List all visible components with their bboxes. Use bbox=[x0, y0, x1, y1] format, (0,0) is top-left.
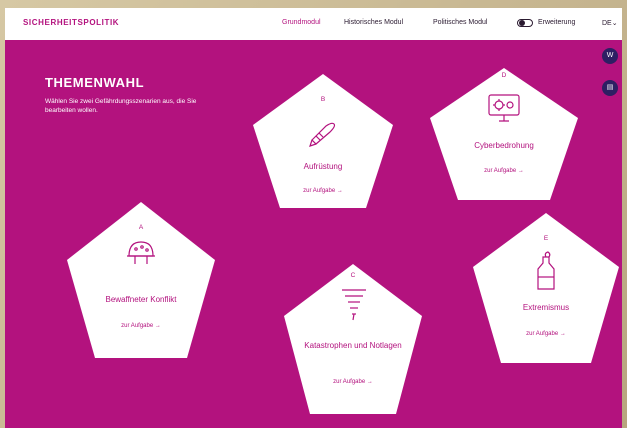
card-a-bewaffneter-konflikt[interactable]: A Bewaffneter Konflikt zur Aufgabe → bbox=[67, 202, 215, 358]
arrow-right-icon: → bbox=[154, 323, 161, 329]
card-b-letter: B bbox=[320, 96, 326, 103]
app-screen: SICHERHEITSPOLITIK Grundmodul Historisch… bbox=[5, 8, 622, 428]
card-d-cyberbedrohung[interactable]: D Cyberbedrohung zur Aufgabe → bbox=[430, 68, 578, 200]
card-c-link-label: zur Aufgabe bbox=[333, 379, 366, 385]
card-b-link[interactable]: zur Aufgabe → bbox=[253, 188, 393, 194]
nav-historisches-modul[interactable]: Historisches Modul bbox=[344, 19, 403, 26]
top-navigation-bar: SICHERHEITSPOLITIK Grundmodul Historisch… bbox=[5, 8, 622, 40]
card-e-title: Extremismus bbox=[522, 303, 570, 312]
virus-monitor-icon bbox=[488, 94, 520, 122]
card-a-link[interactable]: zur Aufgabe → bbox=[67, 323, 215, 329]
card-d-link[interactable]: zur Aufgabe → bbox=[430, 168, 578, 174]
card-d-pentagon bbox=[430, 68, 578, 200]
helmet-icon bbox=[127, 241, 155, 264]
card-e-link-label: zur Aufgabe bbox=[526, 331, 559, 337]
arrow-right-icon: → bbox=[366, 379, 373, 385]
language-label: DE bbox=[602, 20, 612, 27]
toggle-knob bbox=[519, 20, 525, 26]
erweiterung-label: Erweiterung bbox=[538, 19, 576, 26]
chevron-down-icon: ⌄ bbox=[611, 20, 618, 27]
language-selector[interactable]: DE⌄ bbox=[602, 19, 618, 27]
card-a-link-label: zur Aufgabe bbox=[121, 323, 154, 329]
document-button[interactable]: ▤ bbox=[602, 80, 618, 96]
erweiterung-toggle[interactable] bbox=[517, 19, 533, 27]
brand-logo[interactable]: SICHERHEITSPOLITIK bbox=[23, 18, 119, 27]
card-c-title: Katastrophen und Notlagen bbox=[304, 341, 402, 350]
card-e-extremismus[interactable]: E Extremismus zur Aufgabe → bbox=[473, 213, 619, 363]
card-a-letter: A bbox=[138, 224, 144, 231]
card-e-link[interactable]: zur Aufgabe → bbox=[473, 331, 619, 337]
card-d-letter: D bbox=[501, 72, 507, 79]
nav-politisches-modul[interactable]: Politisches Modul bbox=[433, 19, 487, 26]
molotov-icon bbox=[537, 251, 555, 290]
card-b-title: Aufrüstung bbox=[303, 162, 343, 171]
missile-icon bbox=[309, 122, 336, 147]
card-c-link[interactable]: zur Aufgabe → bbox=[284, 379, 422, 385]
card-b-link-label: zur Aufgabe bbox=[303, 188, 336, 194]
wiki-button[interactable]: W bbox=[602, 48, 618, 64]
arrow-right-icon: → bbox=[517, 168, 524, 174]
card-a-title: Bewaffneter Konflikt bbox=[105, 295, 177, 304]
intro-text: Wählen Sie zwei Gefährdungsszenarien aus… bbox=[45, 98, 197, 114]
card-d-link-label: zur Aufgabe bbox=[484, 168, 517, 174]
card-c-letter: C bbox=[350, 272, 356, 279]
arrow-right-icon: → bbox=[336, 188, 343, 194]
page-title: THEMENWAHL bbox=[45, 75, 145, 90]
card-b-aufruestung[interactable]: B Aufrüstung zur Aufgabe → bbox=[253, 74, 393, 208]
card-e-letter: E bbox=[543, 235, 549, 242]
tornado-icon bbox=[342, 289, 366, 321]
nav-grundmodul[interactable]: Grundmodul bbox=[282, 19, 321, 26]
card-d-title: Cyberbedrohung bbox=[474, 141, 534, 150]
card-c-katastrophen[interactable]: C Katastrophen und Notlagen zur Aufgabe … bbox=[284, 264, 422, 414]
arrow-right-icon: → bbox=[559, 331, 566, 337]
